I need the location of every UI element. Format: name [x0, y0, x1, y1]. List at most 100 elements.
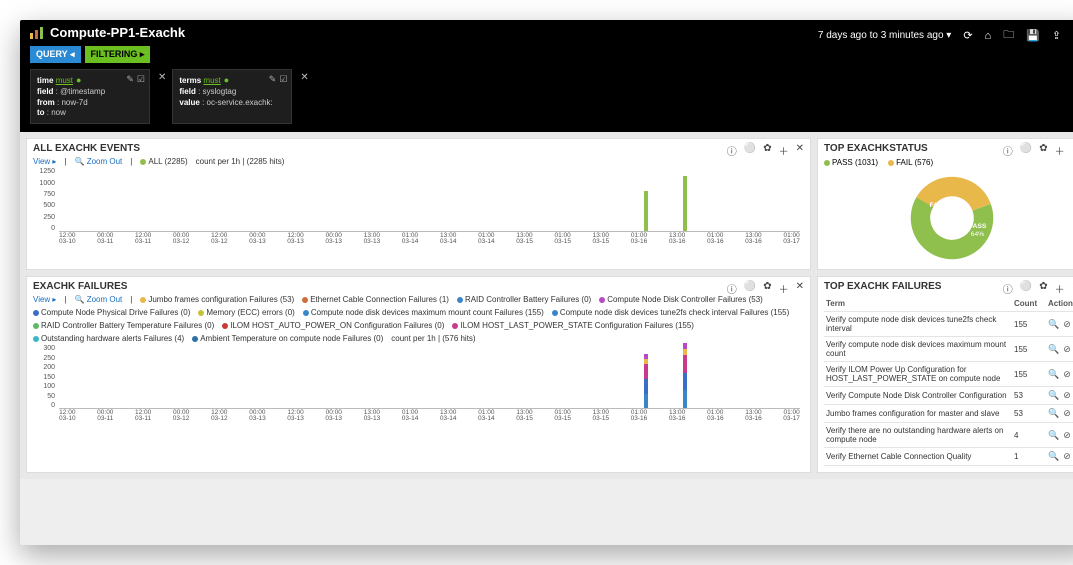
link-icon[interactable]: ⚪ — [1020, 143, 1032, 158]
legend-item[interactable]: Jumbo frames configuration Failures (53) — [140, 295, 294, 304]
legend-item[interactable]: Ambient Temperature on compute node Fail… — [192, 334, 383, 343]
legend-item[interactable]: Compute Node Physical Drive Failures (0) — [33, 308, 190, 317]
view-link[interactable]: View ▸ — [33, 295, 56, 304]
add-icon[interactable]: ＋ — [1055, 281, 1065, 296]
cell-count: 155 — [1012, 362, 1046, 387]
info-icon[interactable]: ⓘ — [1003, 143, 1013, 158]
legend-item[interactable]: Compute node disk devices maximum mount … — [303, 308, 544, 317]
cell-term: Verify Ethernet Cable Connection Quality — [824, 448, 1012, 466]
remove-filter-icon[interactable]: ✕ — [158, 72, 166, 124]
share-icon[interactable]: ⇪ — [1052, 29, 1061, 42]
link-icon[interactable]: ⚪ — [744, 281, 756, 296]
filtering-tab[interactable]: FILTERING ▸ — [85, 46, 151, 63]
svg-text:PASS: PASS — [969, 223, 987, 230]
cell-count: 4 — [1012, 423, 1046, 448]
exclude-icon[interactable]: ⊘ — [1063, 390, 1071, 401]
svg-text:FAIL: FAIL — [930, 202, 945, 209]
cell-count: 155 — [1012, 337, 1046, 362]
edit-icon[interactable]: ✎ — [126, 73, 134, 85]
search-icon[interactable]: 🔍 — [1048, 369, 1059, 380]
add-icon[interactable]: ＋ — [1055, 143, 1065, 158]
cell-count: 53 — [1012, 405, 1046, 423]
save-icon[interactable]: 💾 — [1026, 29, 1040, 42]
cell-term: Verify ILOM Power Up Configuration for H… — [824, 362, 1012, 387]
filter-terms[interactable]: ✎☑ terms must● field : syslogtag value :… — [172, 69, 292, 124]
remove-filter-icon[interactable]: ✕ — [300, 72, 308, 124]
refresh-icon[interactable]: ⟳ — [963, 29, 972, 42]
col-term[interactable]: Term — [824, 296, 1012, 312]
cell-term: Verify compute node disk devices maximum… — [824, 337, 1012, 362]
exclude-icon[interactable]: ⊘ — [1063, 408, 1071, 419]
cell-count: 1 — [1012, 448, 1046, 466]
config-icon[interactable]: ✿ — [763, 281, 771, 296]
info-icon[interactable]: ⓘ — [727, 281, 737, 296]
svg-text:64%: 64% — [971, 231, 985, 238]
timerange-picker[interactable]: 7 days ago to 3 minutes ago ▾ — [818, 30, 951, 41]
legend-item[interactable]: RAID Controller Battery Temperature Fail… — [33, 321, 214, 330]
col-action: Action — [1046, 296, 1073, 312]
close-icon[interactable]: ✕ — [796, 281, 804, 296]
add-icon[interactable]: ＋ — [779, 281, 789, 296]
config-icon[interactable]: ✿ — [1039, 281, 1047, 296]
home-icon[interactable]: ⌂ — [985, 30, 992, 42]
legend-item[interactable]: ILOM HOST_AUTO_POWER_ON Configuration Fa… — [222, 321, 444, 330]
folder-icon[interactable]: 🗀 — [1003, 26, 1014, 45]
legend-item[interactable]: ILOM HOST_LAST_POWER_STATE Configuration… — [452, 321, 694, 330]
exclude-icon[interactable]: ⊘ — [1063, 369, 1071, 380]
query-tab[interactable]: QUERY ◂ — [30, 46, 81, 63]
panel-title: EXACHK FAILURES — [33, 281, 804, 292]
chart-failures[interactable]: 300250200150100500 12:0003-1000:0003-111… — [33, 345, 804, 423]
link-icon[interactable]: ⚪ — [744, 143, 756, 158]
search-icon[interactable]: 🔍 — [1048, 451, 1059, 462]
exclude-icon[interactable]: ⊘ — [1063, 319, 1071, 330]
table-row: Verify there are no outstanding hardware… — [824, 423, 1073, 448]
toggle-icon[interactable]: ☑ — [279, 73, 287, 85]
cell-term: Verify there are no outstanding hardware… — [824, 423, 1012, 448]
legend-item[interactable]: Outstanding hardware alerts Failures (4) — [33, 334, 184, 343]
topbar: Compute-PP1-Exachk 7 days ago to 3 minut… — [20, 20, 1073, 132]
col-count[interactable]: Count — [1012, 296, 1046, 312]
zoom-out-link[interactable]: 🔍 Zoom Out — [75, 157, 123, 166]
legend-item[interactable]: Compute Node Disk Controller Failures (5… — [599, 295, 763, 304]
chart-all-events[interactable]: 125010007505002500 12:0003-1000:0003-111… — [33, 168, 804, 246]
exclude-icon[interactable]: ⊘ — [1063, 344, 1071, 355]
search-icon[interactable]: 🔍 — [1048, 430, 1059, 441]
exclude-icon[interactable]: ⊘ — [1063, 451, 1071, 462]
search-icon[interactable]: 🔍 — [1048, 390, 1059, 401]
legend-item[interactable]: RAID Controller Battery Failures (0) — [457, 295, 591, 304]
panel-top-status: TOP EXACHKSTATUS ⓘ ⚪ ✿ ＋ ✕ PASS (1031)FA… — [817, 138, 1073, 270]
chart-donut-status[interactable]: PASS 64% FAIL 36% — [824, 173, 1073, 263]
add-icon[interactable]: ＋ — [779, 143, 789, 158]
zoom-out-link[interactable]: 🔍 Zoom Out — [75, 295, 123, 304]
config-icon[interactable]: ✿ — [763, 143, 771, 158]
legend-item[interactable]: Ethernet Cable Connection Failures (1) — [302, 295, 449, 304]
legend-item[interactable]: FAIL (576) — [888, 158, 933, 167]
legend-item[interactable]: Compute node disk devices tune2fs check … — [552, 308, 789, 317]
filter-row: ✎☑ time must● field : @timestamp from : … — [30, 69, 1073, 124]
exclude-icon[interactable]: ⊘ — [1063, 430, 1071, 441]
legend-item[interactable]: PASS (1031) — [824, 158, 878, 167]
search-icon[interactable]: 🔍 — [1048, 344, 1059, 355]
cell-count: 155 — [1012, 312, 1046, 337]
toggle-icon[interactable]: ☑ — [137, 73, 145, 85]
edit-icon[interactable]: ✎ — [269, 73, 277, 85]
legend-item[interactable]: Memory (ECC) errors (0) — [198, 308, 294, 317]
search-icon[interactable]: 🔍 — [1048, 319, 1059, 330]
panel-failures: EXACHK FAILURES ⓘ ⚪ ✿ ＋ ✕ View ▸ | 🔍 Zoo… — [26, 276, 811, 473]
table-row: Verify Compute Node Disk Controller Conf… — [824, 387, 1073, 405]
info-icon[interactable]: ⓘ — [1003, 281, 1013, 296]
cell-term: Verify compute node disk devices tune2fs… — [824, 312, 1012, 337]
search-icon[interactable]: 🔍 — [1048, 408, 1059, 419]
table-row: Jumbo frames configuration for master an… — [824, 405, 1073, 423]
info-icon[interactable]: ⓘ — [727, 143, 737, 158]
cell-term: Jumbo frames configuration for master an… — [824, 405, 1012, 423]
config-icon[interactable]: ✿ — [1039, 143, 1047, 158]
table-row: Verify Ethernet Cable Connection Quality… — [824, 448, 1073, 466]
panel-all-events: ALL EXACHK EVENTS ⓘ ⚪ ✿ ＋ ✕ View ▸ | 🔍 Z… — [26, 138, 811, 270]
top-failures-table: Term Count Action Verify compute node di… — [824, 296, 1073, 466]
view-link[interactable]: View ▸ — [33, 157, 56, 166]
logo-icon — [30, 27, 44, 39]
filter-time[interactable]: ✎☑ time must● field : @timestamp from : … — [30, 69, 150, 124]
link-icon[interactable]: ⚪ — [1020, 281, 1032, 296]
close-icon[interactable]: ✕ — [796, 143, 804, 158]
